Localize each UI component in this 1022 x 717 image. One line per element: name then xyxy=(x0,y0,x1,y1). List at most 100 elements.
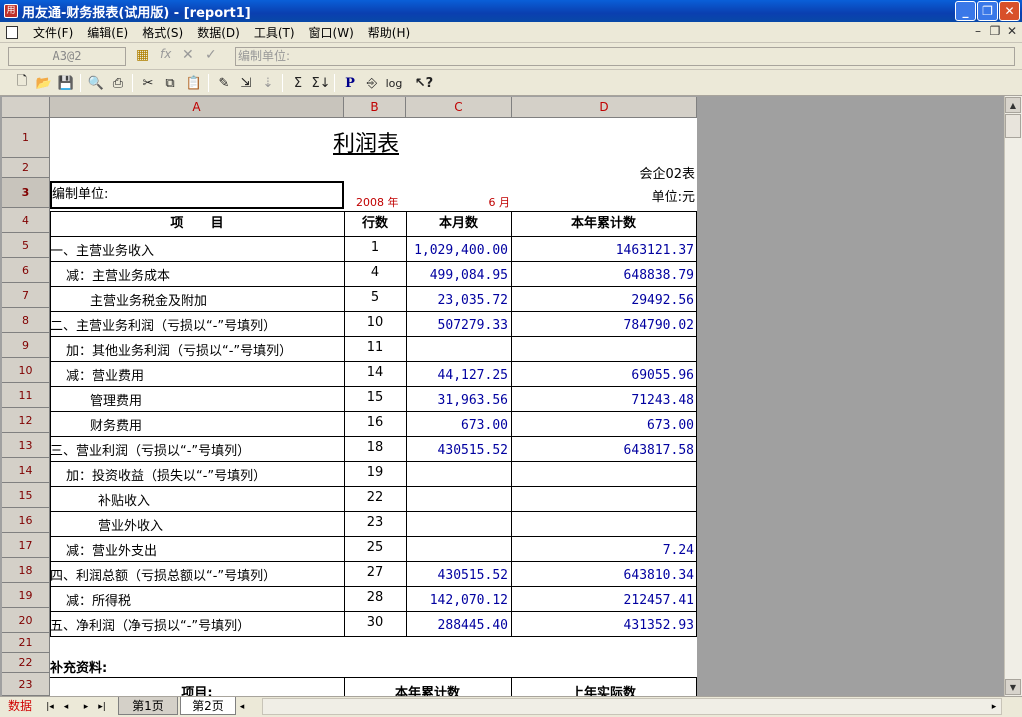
print-preview-icon[interactable]: 🔍 xyxy=(86,73,106,93)
row-header[interactable]: 19 xyxy=(2,583,50,608)
copy-icon[interactable]: ⧉ xyxy=(160,73,180,93)
column-header-d[interactable]: D xyxy=(512,97,697,118)
row-line-number[interactable]: 22 xyxy=(344,490,406,505)
scroll-thumb[interactable] xyxy=(1005,114,1021,138)
row-line-number[interactable]: 14 xyxy=(344,365,406,380)
menu-edit[interactable]: 编辑(E) xyxy=(80,24,135,41)
sum-icon[interactable]: Σ xyxy=(288,73,308,93)
mode-indicator[interactable]: 数据 xyxy=(2,698,38,715)
row-line-number[interactable]: 16 xyxy=(344,415,406,430)
unit-name-cell[interactable]: 编制单位: xyxy=(50,181,344,209)
row-ytd-value[interactable]: 431352.93 xyxy=(511,618,694,633)
horizontal-scrollbar[interactable] xyxy=(262,698,1002,715)
row-item-label[interactable]: 减：营业费用 xyxy=(66,365,344,384)
menu-window[interactable]: 窗口(W) xyxy=(302,24,361,41)
row-header[interactable]: 11 xyxy=(2,383,50,408)
header-month[interactable]: 本月数 xyxy=(406,212,511,236)
paste-icon[interactable]: 📋 xyxy=(184,73,204,93)
row-ytd-value[interactable]: 7.24 xyxy=(511,543,694,558)
row-item-label[interactable]: 五、净利润（净亏损以“-”号填列） xyxy=(50,615,344,634)
row-item-label[interactable]: 四、利润总额（亏损总额以“-”号填列） xyxy=(50,565,344,584)
header-line[interactable]: 行数 xyxy=(344,212,406,236)
next-sheet-button[interactable]: ▸ xyxy=(80,699,92,714)
report-year[interactable]: 2008 年 xyxy=(356,194,399,210)
help-icon[interactable]: ↖? xyxy=(414,73,434,93)
row-ytd-value[interactable]: 643810.34 xyxy=(511,568,694,583)
row-line-number[interactable]: 4 xyxy=(344,265,406,280)
row-line-number[interactable]: 11 xyxy=(344,340,406,355)
column-header-c[interactable]: C xyxy=(406,97,512,118)
scroll-up-button[interactable]: ▲ xyxy=(1005,97,1021,113)
hscroll-right[interactable]: ▸ xyxy=(988,699,1000,714)
row-month-value[interactable]: 673.00 xyxy=(406,418,508,433)
restore-button[interactable]: ❐ xyxy=(977,1,998,21)
export-icon[interactable]: ⎆ xyxy=(362,73,382,93)
row-header[interactable]: 15 xyxy=(2,483,50,508)
column-header-b[interactable]: B xyxy=(344,97,406,118)
row-header[interactable]: 1 xyxy=(2,118,50,158)
mdi-restore-button[interactable]: ❐ xyxy=(987,24,1003,38)
row-item-label[interactable]: 减：营业外支出 xyxy=(66,540,344,559)
menu-file[interactable]: 文件(F) xyxy=(26,24,80,41)
cancel-icon[interactable]: ✕ xyxy=(182,47,194,63)
report-month[interactable]: 6 月 xyxy=(460,194,511,210)
mdi-minimize-button[interactable]: – xyxy=(970,24,986,38)
menu-help[interactable]: 帮助(H) xyxy=(361,24,417,41)
header-item[interactable]: 项 目 xyxy=(50,212,344,236)
param-icon[interactable]: P xyxy=(340,73,360,93)
row-line-number[interactable]: 30 xyxy=(344,615,406,630)
row-header[interactable]: 16 xyxy=(2,508,50,533)
row-ytd-value[interactable]: 648838.79 xyxy=(511,268,694,283)
row-ytd-value[interactable]: 1463121.37 xyxy=(511,243,694,258)
row-line-number[interactable]: 1 xyxy=(344,240,406,255)
new-icon[interactable]: 🗋 xyxy=(12,73,32,93)
row-item-label[interactable]: 补贴收入 xyxy=(98,490,344,509)
row-header[interactable]: 8 xyxy=(2,308,50,333)
row-line-number[interactable]: 25 xyxy=(344,540,406,555)
log-icon[interactable]: log xyxy=(384,73,404,93)
row-header[interactable]: 2 xyxy=(2,158,50,178)
row-header[interactable]: 13 xyxy=(2,433,50,458)
row-header[interactable]: 14 xyxy=(2,458,50,483)
row-ytd-value[interactable]: 212457.41 xyxy=(511,593,694,608)
row-month-value[interactable]: 31,963.56 xyxy=(406,393,508,408)
row-ytd-value[interactable]: 69055.96 xyxy=(511,368,694,383)
insert-icon[interactable]: ⇲ xyxy=(236,73,256,93)
mdi-close-button[interactable]: ✕ xyxy=(1004,24,1020,38)
row-header[interactable]: 21 xyxy=(2,633,50,653)
select-all-corner[interactable] xyxy=(2,97,50,118)
row-header[interactable]: 12 xyxy=(2,408,50,433)
document-icon[interactable] xyxy=(6,25,18,39)
row-ytd-value[interactable]: 673.00 xyxy=(511,418,694,433)
row-item-label[interactable]: 管理费用 xyxy=(90,390,344,409)
close-button[interactable]: ✕ xyxy=(999,1,1020,21)
row-ytd-value[interactable]: 71243.48 xyxy=(511,393,694,408)
row-header[interactable]: 3 xyxy=(2,178,50,208)
sheet-tab-2[interactable]: 第2页 xyxy=(180,697,236,715)
vertical-scrollbar[interactable] xyxy=(1004,96,1022,696)
row-month-value[interactable]: 430515.52 xyxy=(406,443,508,458)
row-item-label[interactable]: 主营业务税金及附加 xyxy=(90,290,344,309)
sort-icon[interactable]: ⇣ xyxy=(258,73,278,93)
row-month-value[interactable]: 44,127.25 xyxy=(406,368,508,383)
row-item-label[interactable]: 营业外收入 xyxy=(98,515,344,534)
row-item-label[interactable]: 减：所得税 xyxy=(66,590,344,609)
row-header[interactable]: 17 xyxy=(2,533,50,558)
sheet-tab-1[interactable]: 第1页 xyxy=(118,697,178,715)
report-title[interactable]: 利润表 xyxy=(333,126,399,158)
column-header-a[interactable]: A xyxy=(50,97,344,118)
row-line-number[interactable]: 28 xyxy=(344,590,406,605)
cell-reference-box[interactable]: A3@2 xyxy=(8,47,126,66)
row-header[interactable]: 23 xyxy=(2,673,50,696)
minimize-button[interactable]: _ xyxy=(955,1,976,21)
formula-input[interactable]: 编制单位: xyxy=(235,47,1015,66)
row-ytd-value[interactable]: 784790.02 xyxy=(511,318,694,333)
row-ytd-value[interactable]: 643817.58 xyxy=(511,443,694,458)
open-icon[interactable]: 📂 xyxy=(34,73,54,93)
row-line-number[interactable]: 27 xyxy=(344,565,406,580)
row-line-number[interactable]: 18 xyxy=(344,440,406,455)
last-sheet-button[interactable]: ▸| xyxy=(96,699,108,714)
row-line-number[interactable]: 15 xyxy=(344,390,406,405)
row-month-value[interactable]: 1,029,400.00 xyxy=(406,243,508,258)
save-icon[interactable]: 💾 xyxy=(56,73,76,93)
